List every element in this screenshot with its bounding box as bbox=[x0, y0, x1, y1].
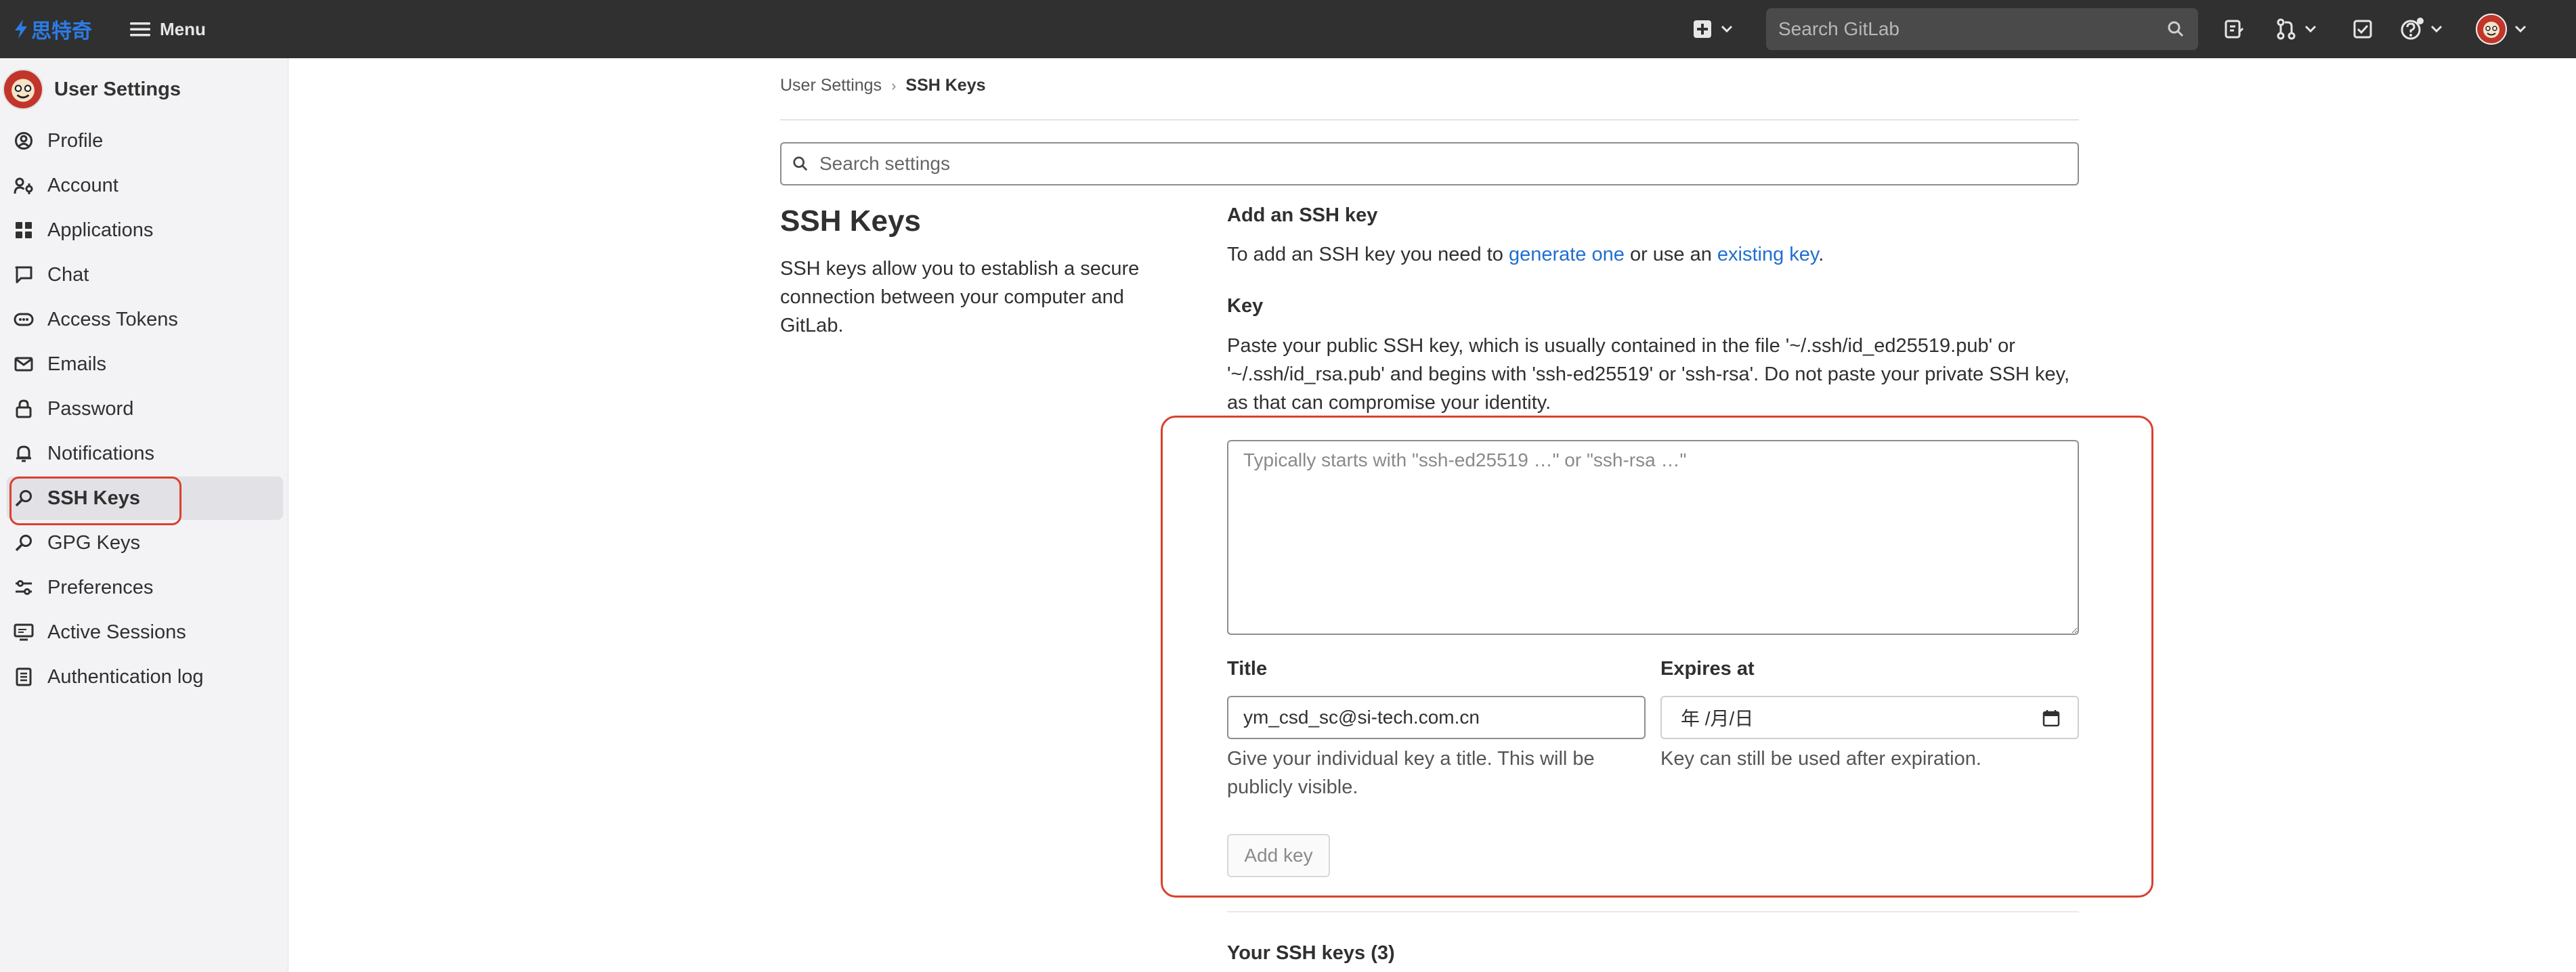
sidebar-item-label: GPG Keys bbox=[47, 531, 140, 554]
search-icon bbox=[793, 156, 808, 171]
sidebar-item-label: Access Tokens bbox=[47, 308, 178, 330]
avatar bbox=[2476, 14, 2507, 45]
bell-icon bbox=[14, 443, 34, 464]
intro-text: or use an bbox=[1624, 244, 1717, 265]
intro-text: . bbox=[1818, 244, 1824, 265]
profile-icon bbox=[14, 131, 34, 151]
divider bbox=[1227, 911, 2079, 912]
sidebar-item-preferences[interactable]: Preferences bbox=[7, 566, 283, 609]
calendar-icon[interactable] bbox=[2042, 709, 2060, 727]
key-help-text: Paste your public SSH key, which is usua… bbox=[1227, 335, 2070, 414]
chevron-down-icon bbox=[2430, 25, 2443, 33]
monitor-icon bbox=[14, 622, 34, 642]
sidebar-title: User Settings bbox=[54, 78, 181, 100]
avatar-face-icon bbox=[12, 79, 35, 102]
add-key-intro: To add an SSH key you need to generate o… bbox=[1227, 244, 1824, 266]
sidebar-item-emails[interactable]: Emails bbox=[7, 343, 283, 386]
chevron-down-icon bbox=[1721, 25, 1733, 33]
expires-at-field[interactable]: 年 /月/日 bbox=[1660, 696, 2079, 739]
todos-button[interactable] bbox=[2353, 15, 2373, 43]
your-ssh-keys-heading: Your SSH keys (3) bbox=[1227, 942, 1395, 964]
sidebar-item-access-tokens[interactable]: Access Tokens bbox=[7, 298, 283, 341]
log-icon bbox=[14, 667, 34, 687]
sidebar-item-authentication-log[interactable]: Authentication log bbox=[7, 655, 283, 699]
sidebar-item-label: Notifications bbox=[47, 442, 154, 464]
avatar bbox=[3, 69, 43, 110]
sidebar-item-label: Active Sessions bbox=[47, 621, 186, 643]
date-placeholder: 年 /月/日 bbox=[1681, 708, 1754, 729]
chevron-down-icon bbox=[2304, 25, 2317, 33]
key-label: Key bbox=[1227, 295, 1264, 317]
sidebar-item-password[interactable]: Password bbox=[7, 387, 283, 430]
sidebar-item-chat[interactable]: Chat bbox=[7, 253, 283, 296]
merge-requests-dropdown[interactable] bbox=[2275, 15, 2317, 43]
applications-icon bbox=[14, 220, 34, 240]
todo-icon bbox=[2353, 20, 2372, 39]
sidebar-item-notifications[interactable]: Notifications bbox=[7, 432, 283, 475]
add-key-button[interactable]: Add key bbox=[1227, 834, 1330, 877]
section-description: SSH keys allow you to establish a secure… bbox=[780, 258, 1140, 336]
sidebar-item-label: Emails bbox=[47, 353, 107, 375]
breadcrumb: User Settings › SSH Keys bbox=[780, 76, 986, 95]
logo-text: 思特奇 bbox=[31, 20, 92, 43]
menu-label: Menu bbox=[160, 18, 206, 39]
mail-icon bbox=[14, 354, 34, 374]
sidebar-item-profile[interactable]: Profile bbox=[7, 119, 283, 162]
chat-icon bbox=[14, 265, 34, 285]
help-icon bbox=[2401, 18, 2424, 40]
issues-button[interactable] bbox=[2224, 15, 2244, 43]
page-title: SSH Keys bbox=[780, 204, 921, 238]
breadcrumb-current[interactable]: SSH Keys bbox=[905, 76, 985, 95]
chevron-down-icon bbox=[2514, 25, 2527, 33]
logo[interactable]: 思特奇 bbox=[12, 16, 93, 43]
title-help-text: Give your individual key a title. This w… bbox=[1227, 748, 1595, 798]
lock-icon bbox=[14, 399, 34, 419]
hamburger-icon bbox=[130, 22, 150, 37]
title-field[interactable] bbox=[1227, 696, 1646, 739]
sidebar-item-label: Preferences bbox=[47, 576, 154, 598]
ssh-keys-highlight bbox=[9, 477, 181, 525]
settings-search-input[interactable] bbox=[819, 153, 2038, 175]
expires-at-label: Expires at bbox=[1660, 658, 1755, 680]
sidebar-item-applications[interactable]: Applications bbox=[7, 208, 283, 252]
menu-button[interactable]: Menu bbox=[122, 12, 214, 46]
sidebar-item-account[interactable]: Account bbox=[7, 164, 283, 207]
add-key-heading: Add an SSH key bbox=[1227, 204, 1378, 226]
help-dropdown[interactable] bbox=[2400, 15, 2443, 43]
token-icon bbox=[14, 309, 34, 330]
expires-help-text: Key can still be used after expiration. bbox=[1660, 748, 1981, 770]
global-search-input[interactable] bbox=[1778, 18, 2158, 40]
sidebar-header[interactable]: User Settings bbox=[3, 68, 181, 111]
intro-text: To add an SSH key you need to bbox=[1227, 244, 1509, 265]
sidebar-item-label: Applications bbox=[47, 219, 154, 241]
chevron-right-icon: › bbox=[891, 76, 897, 94]
new-item-dropdown[interactable] bbox=[1693, 15, 1734, 43]
existing-key-link[interactable]: existing key bbox=[1717, 244, 1818, 265]
settings-search[interactable] bbox=[780, 142, 2079, 185]
preferences-icon bbox=[14, 577, 34, 598]
global-search[interactable] bbox=[1766, 8, 2198, 50]
account-icon bbox=[14, 175, 34, 196]
sidebar-item-label: Authentication log bbox=[47, 665, 204, 688]
title-label: Title bbox=[1227, 658, 1268, 680]
key-textarea[interactable] bbox=[1227, 440, 2079, 635]
plus-square-icon bbox=[1694, 20, 1711, 38]
sidebar-item-label: Chat bbox=[47, 263, 89, 286]
breadcrumb-parent[interactable]: User Settings bbox=[780, 76, 882, 95]
user-menu-dropdown[interactable] bbox=[2476, 14, 2527, 45]
issues-icon bbox=[2225, 20, 2244, 39]
avatar-face-icon bbox=[2483, 22, 2499, 38]
top-navbar: 思特奇 Menu bbox=[0, 0, 2576, 58]
key-icon bbox=[14, 533, 34, 553]
generate-one-link[interactable]: generate one bbox=[1509, 244, 1625, 265]
merge-request-icon bbox=[2277, 18, 2296, 40]
sidebar-item-active-sessions[interactable]: Active Sessions bbox=[7, 611, 283, 654]
divider bbox=[780, 119, 2079, 120]
search-icon bbox=[2168, 21, 2184, 37]
sidebar-item-label: Account bbox=[47, 174, 119, 196]
sidebar-item-gpg-keys[interactable]: GPG Keys bbox=[7, 521, 283, 565]
sidebar-item-label: Password bbox=[47, 397, 134, 420]
sidebar-item-label: Profile bbox=[47, 129, 104, 152]
logo-icon bbox=[15, 20, 27, 39]
